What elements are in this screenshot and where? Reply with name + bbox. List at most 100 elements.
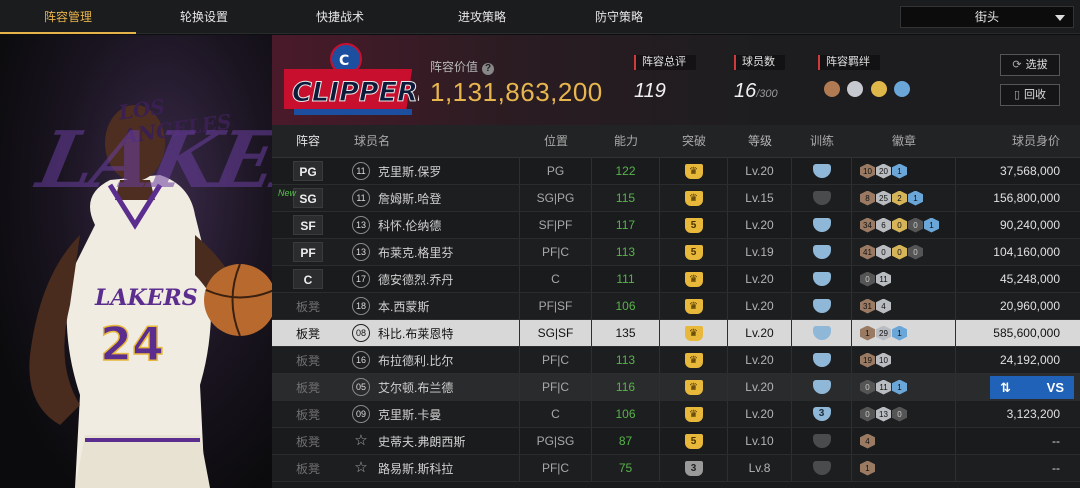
table-row[interactable]: 板凳 18 本.西蒙斯 PF|SF 106 ♛ Lv.20 31 4 20,960,000 bbox=[272, 293, 1080, 320]
row-slot[interactable]: 板凳 bbox=[272, 460, 344, 477]
row-slot[interactable]: 板凳 bbox=[272, 352, 344, 369]
row-breakthrough[interactable]: ♛ bbox=[660, 266, 728, 292]
table-row[interactable]: 板凳 ☆ 路易斯.斯科拉 PF|C 75 3 Lv.8 1 -- bbox=[272, 455, 1080, 482]
row-training[interactable] bbox=[792, 347, 852, 373]
table-row[interactable]: SG New 11 詹姆斯.哈登 SG|PG 115 ♛ Lv.15 8 25 2 1 156,800,… bbox=[272, 185, 1080, 212]
row-slot[interactable]: 板凳 bbox=[272, 379, 344, 396]
row-player-name[interactable]: 11 克里斯.保罗 bbox=[344, 158, 520, 184]
row-breakthrough[interactable]: ♛ bbox=[660, 158, 728, 184]
bond-icon[interactable] bbox=[847, 81, 864, 97]
compare-vs-button[interactable]: ⇅ VS bbox=[990, 376, 1074, 399]
tab-quick-tactics[interactable]: 快捷战术 bbox=[272, 0, 408, 34]
col-name[interactable]: 球员名 bbox=[344, 125, 520, 157]
row-player-name[interactable]: ☆ 史蒂夫.弗朗西斯 bbox=[344, 428, 520, 454]
row-breakthrough[interactable]: ♛ bbox=[660, 320, 728, 346]
table-row[interactable]: PG 11 克里斯.保罗 PG 122 ♛ Lv.20 10 20 1 37,568,000 bbox=[272, 158, 1080, 185]
row-player-name[interactable]: 08 科比.布莱恩特 bbox=[344, 320, 520, 346]
row-training[interactable] bbox=[792, 428, 852, 454]
row-breakthrough[interactable]: ♛ bbox=[660, 401, 728, 427]
tab-defense[interactable]: 防守策略 bbox=[551, 0, 687, 34]
row-training[interactable] bbox=[792, 266, 852, 292]
row-badges[interactable]: 34 6 0 0 1 bbox=[852, 212, 956, 238]
col-salary[interactable]: 球员身价 bbox=[956, 125, 1080, 157]
table-row[interactable]: PF 13 布莱克.格里芬 PF|C 113 5 Lv.19 41 0 0 0 104,160,000 bbox=[272, 239, 1080, 266]
select-button[interactable]: ⟳ 选拔 bbox=[1000, 54, 1060, 76]
row-slot[interactable]: 板凳 bbox=[272, 298, 344, 315]
recycle-button[interactable]: ▯ 回收 bbox=[1000, 84, 1060, 106]
row-slot[interactable]: 板凳 bbox=[272, 325, 344, 342]
bond-icon[interactable] bbox=[870, 81, 887, 97]
row-slot[interactable]: SF bbox=[272, 215, 344, 235]
row-breakthrough[interactable]: ♛ bbox=[660, 347, 728, 373]
col-level[interactable]: 等级 bbox=[728, 125, 792, 157]
row-player-name[interactable]: 09 克里斯.卡曼 bbox=[344, 401, 520, 427]
table-row[interactable]: SF 13 科怀.伦纳德 SF|PF 117 5 Lv.20 34 6 0 0 1 90,240,000 bbox=[272, 212, 1080, 239]
row-slot[interactable]: PG bbox=[272, 161, 344, 181]
table-row[interactable]: 板凳 05 艾尔顿.布兰德 PF|C 116 ♛ Lv.20 0 11 1 ⇅ VS bbox=[272, 374, 1080, 401]
row-player-name[interactable]: 16 布拉德利.比尔 bbox=[344, 347, 520, 373]
table-row[interactable]: C 17 德安德烈.乔丹 C 111 ♛ Lv.20 0 11 45,248,000 bbox=[272, 266, 1080, 293]
row-badges[interactable]: 1 bbox=[852, 455, 956, 481]
tab-rotation[interactable]: 轮换设置 bbox=[136, 0, 272, 34]
row-breakthrough[interactable]: ♛ bbox=[660, 185, 728, 211]
bond-icons[interactable] bbox=[824, 81, 913, 102]
help-icon[interactable]: ? bbox=[482, 63, 495, 75]
bond-icon[interactable] bbox=[824, 81, 840, 97]
row-training[interactable] bbox=[792, 293, 852, 319]
vs-label: VS bbox=[1046, 380, 1064, 395]
row-breakthrough[interactable]: 3 bbox=[660, 455, 728, 481]
row-training[interactable] bbox=[792, 455, 852, 481]
tab-offense[interactable]: 进攻策略 bbox=[414, 0, 550, 34]
row-breakthrough[interactable]: 5 bbox=[660, 428, 728, 454]
tab-lineup[interactable]: 阵容管理 bbox=[0, 0, 136, 34]
row-training[interactable] bbox=[792, 185, 852, 211]
bond-icon[interactable] bbox=[894, 81, 911, 97]
row-player-name[interactable]: 11 詹姆斯.哈登 bbox=[344, 185, 520, 211]
row-breakthrough[interactable]: 5 bbox=[660, 212, 728, 238]
table-row[interactable]: 板凳 16 布拉德利.比尔 PF|C 113 ♛ Lv.20 19 10 24,192,000 bbox=[272, 347, 1080, 374]
svg-text:CLIPPERS: CLIPPERS bbox=[292, 77, 419, 108]
row-breakthrough[interactable]: 5 bbox=[660, 239, 728, 265]
col-slot[interactable]: 阵容 bbox=[272, 125, 344, 157]
row-slot[interactable]: C bbox=[272, 269, 344, 289]
row-badges[interactable]: 4 bbox=[852, 428, 956, 454]
row-breakthrough[interactable]: ♛ bbox=[660, 374, 728, 400]
row-badges[interactable]: 41 0 0 0 bbox=[852, 239, 956, 265]
row-training[interactable] bbox=[792, 374, 852, 400]
row-slot[interactable]: 板凳 bbox=[272, 433, 344, 450]
col-breakthrough[interactable]: 突破 bbox=[660, 125, 728, 157]
row-training[interactable] bbox=[792, 212, 852, 238]
row-training[interactable] bbox=[792, 320, 852, 346]
row-badges[interactable]: 0 11 bbox=[852, 266, 956, 292]
jersey-number: 11 bbox=[352, 189, 370, 207]
row-breakthrough[interactable]: ♛ bbox=[660, 293, 728, 319]
table-row[interactable]: 板凳 ☆ 史蒂夫.弗朗西斯 PG|SG 87 5 Lv.10 4 -- bbox=[272, 428, 1080, 455]
crown-icon: ♛ bbox=[684, 271, 703, 287]
row-training[interactable] bbox=[792, 158, 852, 184]
row-player-name[interactable]: 13 布莱克.格里芬 bbox=[344, 239, 520, 265]
row-badges[interactable]: 1 29 1 bbox=[852, 320, 956, 346]
row-player-name[interactable]: 05 艾尔顿.布兰德 bbox=[344, 374, 520, 400]
col-position[interactable]: 位置 bbox=[520, 125, 592, 157]
row-player-name[interactable]: ☆ 路易斯.斯科拉 bbox=[344, 455, 520, 481]
row-badges[interactable]: 19 10 bbox=[852, 347, 956, 373]
row-slot[interactable]: 板凳 bbox=[272, 406, 344, 423]
row-player-name[interactable]: 18 本.西蒙斯 bbox=[344, 293, 520, 319]
col-badges[interactable]: 徽章 bbox=[852, 125, 956, 157]
row-training[interactable] bbox=[792, 239, 852, 265]
row-player-name[interactable]: 13 科怀.伦纳德 bbox=[344, 212, 520, 238]
row-slot[interactable]: PF bbox=[272, 242, 344, 262]
row-player-name[interactable]: 17 德安德烈.乔丹 bbox=[344, 266, 520, 292]
row-training[interactable]: 3 bbox=[792, 401, 852, 427]
row-badges[interactable]: 8 25 2 1 bbox=[852, 185, 956, 211]
table-row[interactable]: 板凳 09 克里斯.卡曼 C 106 ♛ Lv.20 3 0 13 0 3,123,200 bbox=[272, 401, 1080, 428]
col-ability[interactable]: 能力 bbox=[592, 125, 660, 157]
table-row[interactable]: 板凳 08 科比.布莱恩特 SG|SF 135 ♛ Lv.20 1 29 1 585,600,000 bbox=[272, 320, 1080, 347]
badge-hex-icon: 31 bbox=[860, 298, 875, 314]
row-badges[interactable]: 0 13 0 bbox=[852, 401, 956, 427]
row-badges[interactable]: 10 20 1 bbox=[852, 158, 956, 184]
mode-dropdown[interactable]: 街头 bbox=[900, 6, 1074, 28]
row-badges[interactable]: 31 4 bbox=[852, 293, 956, 319]
col-training[interactable]: 训练 bbox=[792, 125, 852, 157]
row-badges[interactable]: 0 11 1 bbox=[852, 374, 956, 400]
